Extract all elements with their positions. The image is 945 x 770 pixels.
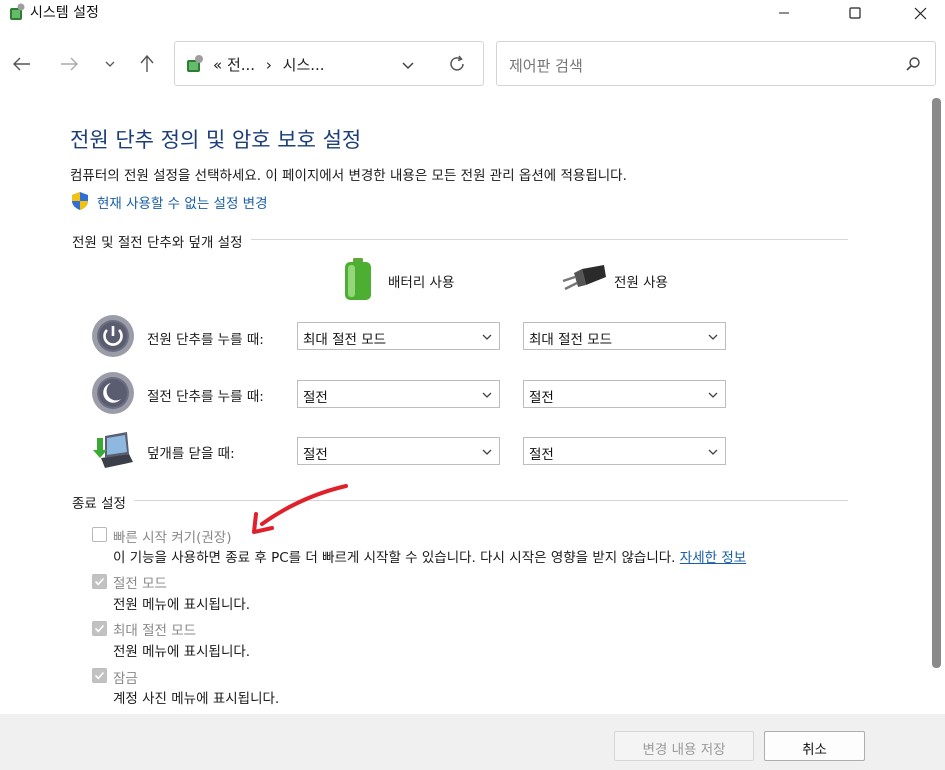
close-button[interactable] — [897, 0, 943, 26]
window-title: 시스템 설정 — [30, 5, 99, 21]
power-section-label: 전원 및 절전 단추와 덮개 설정 — [72, 231, 251, 251]
power-button-battery-select[interactable]: 최대 절전 모드 — [297, 322, 500, 350]
fast-startup-checkbox[interactable] — [92, 527, 107, 542]
shutdown-section-label: 종료 설정 — [72, 492, 134, 512]
lid-close-battery-value: 절전 — [303, 447, 328, 463]
close-icon — [914, 7, 926, 19]
chevron-down-icon — [482, 392, 492, 398]
breadcrumb-separator[interactable]: › — [266, 56, 272, 74]
sleep-button-label: 절전 단추를 누를 때: — [147, 389, 264, 405]
page-description: 컴퓨터의 전원 설정을 선택하세요. 이 페이지에서 변경한 내용은 모든 전원… — [70, 168, 627, 184]
arrow-right-icon — [61, 57, 78, 71]
lid-close-battery-select[interactable]: 절전 — [297, 437, 500, 465]
power-button-plugged-select[interactable]: 최대 절전 모드 — [523, 322, 726, 350]
power-plug-icon — [562, 265, 606, 291]
fast-startup-label[interactable]: 빠른 시작 켜기(권장) — [113, 526, 231, 546]
more-info-link[interactable]: 자세한 정보 — [680, 550, 746, 566]
breadcrumb-item-system[interactable]: 시스... — [283, 56, 325, 74]
cancel-button[interactable]: 취소 — [764, 731, 865, 761]
search-icon[interactable] — [905, 56, 921, 72]
power-button-battery-value: 최대 절전 모드 — [303, 332, 387, 348]
sleep-button-plugged-value: 절전 — [529, 390, 554, 406]
checkmark-icon — [94, 624, 105, 633]
hibernate-label[interactable]: 최대 절전 모드 — [113, 619, 196, 639]
battery-icon — [345, 258, 371, 300]
checkmark-icon — [94, 671, 105, 680]
power-button-plugged-value: 최대 절전 모드 — [529, 332, 613, 348]
sleep-checkbox[interactable] — [92, 574, 107, 589]
battery-column-label: 배터리 사용 — [388, 275, 455, 291]
power-button-icon — [92, 315, 134, 357]
uac-shield-icon — [72, 192, 88, 210]
app-icon — [10, 3, 25, 20]
lid-close-plugged-value: 절전 — [529, 447, 554, 463]
sleep-button-plugged-select[interactable]: 절전 — [523, 380, 726, 408]
search-box[interactable]: 제어판 검색 — [496, 41, 936, 86]
sleep-description: 전원 메뉴에 표시됩니다. — [113, 597, 251, 613]
save-changes-button[interactable]: 변경 내용 저장 — [614, 731, 754, 761]
arrow-left-icon — [13, 57, 30, 71]
plugged-in-column-label: 전원 사용 — [614, 275, 668, 291]
laptop-lid-icon — [93, 432, 133, 468]
sleep-button-battery-select[interactable]: 절전 — [297, 380, 500, 408]
minimize-button[interactable] — [761, 0, 807, 26]
recent-locations-button[interactable] — [98, 52, 122, 76]
refresh-icon[interactable] — [447, 54, 467, 74]
lock-label[interactable]: 잠금 — [113, 667, 138, 687]
change-unavailable-settings-link[interactable]: 현재 사용할 수 없는 설정 변경 — [97, 192, 268, 212]
control-panel-icon — [187, 55, 203, 72]
back-button[interactable] — [10, 52, 34, 76]
chevron-down-icon — [708, 449, 718, 455]
search-placeholder[interactable]: 제어판 검색 — [509, 55, 583, 76]
hibernate-description: 전원 메뉴에 표시됩니다. — [113, 644, 251, 660]
lock-description: 계정 사진 메뉴에 표시됩니다. — [113, 691, 280, 707]
fast-startup-description: 이 기능을 사용하면 종료 후 PC를 더 빠르게 시작할 수 있습니다. 다시… — [113, 546, 746, 566]
breadcrumb-item-control-panel[interactable]: 전... — [227, 56, 255, 74]
minimize-icon — [779, 12, 789, 14]
chevron-down-icon — [708, 334, 718, 340]
lid-close-label: 덮개를 닫을 때: — [147, 446, 235, 462]
chevron-down-icon — [482, 334, 492, 340]
lid-close-plugged-select[interactable]: 절전 — [523, 437, 726, 465]
breadcrumb-overflow[interactable]: « — [213, 56, 222, 74]
address-dropdown-icon[interactable] — [399, 56, 417, 74]
sleep-label[interactable]: 절전 모드 — [113, 572, 167, 592]
chevron-down-icon — [482, 449, 492, 455]
up-button[interactable] — [135, 52, 159, 76]
fast-startup-description-text: 이 기능을 사용하면 종료 후 PC를 더 빠르게 시작할 수 있습니다. 다시… — [113, 550, 676, 566]
annotation-arrow-icon — [252, 484, 348, 534]
forward-button[interactable] — [57, 52, 81, 76]
maximize-button[interactable] — [832, 0, 878, 26]
title-bar: 시스템 설정 — [0, 0, 945, 26]
hibernate-checkbox[interactable] — [92, 621, 107, 636]
power-button-label: 전원 단추를 누를 때: — [147, 332, 264, 348]
arrow-up-icon — [140, 55, 154, 72]
address-bar[interactable]: « 전... › 시스... — [174, 41, 484, 86]
lock-checkbox[interactable] — [92, 668, 107, 683]
sleep-button-battery-value: 절전 — [303, 390, 328, 406]
vertical-scrollbar[interactable] — [932, 98, 941, 668]
page-title: 전원 단추 정의 및 암호 보호 설정 — [70, 128, 362, 152]
sleep-button-icon — [92, 372, 134, 414]
chevron-down-icon — [105, 61, 115, 67]
maximize-icon — [849, 7, 861, 19]
checkmark-icon — [94, 577, 105, 586]
breadcrumb[interactable]: « 전... › 시스... — [213, 54, 325, 75]
chevron-down-icon — [708, 392, 718, 398]
shutdown-section-divider — [72, 500, 848, 501]
